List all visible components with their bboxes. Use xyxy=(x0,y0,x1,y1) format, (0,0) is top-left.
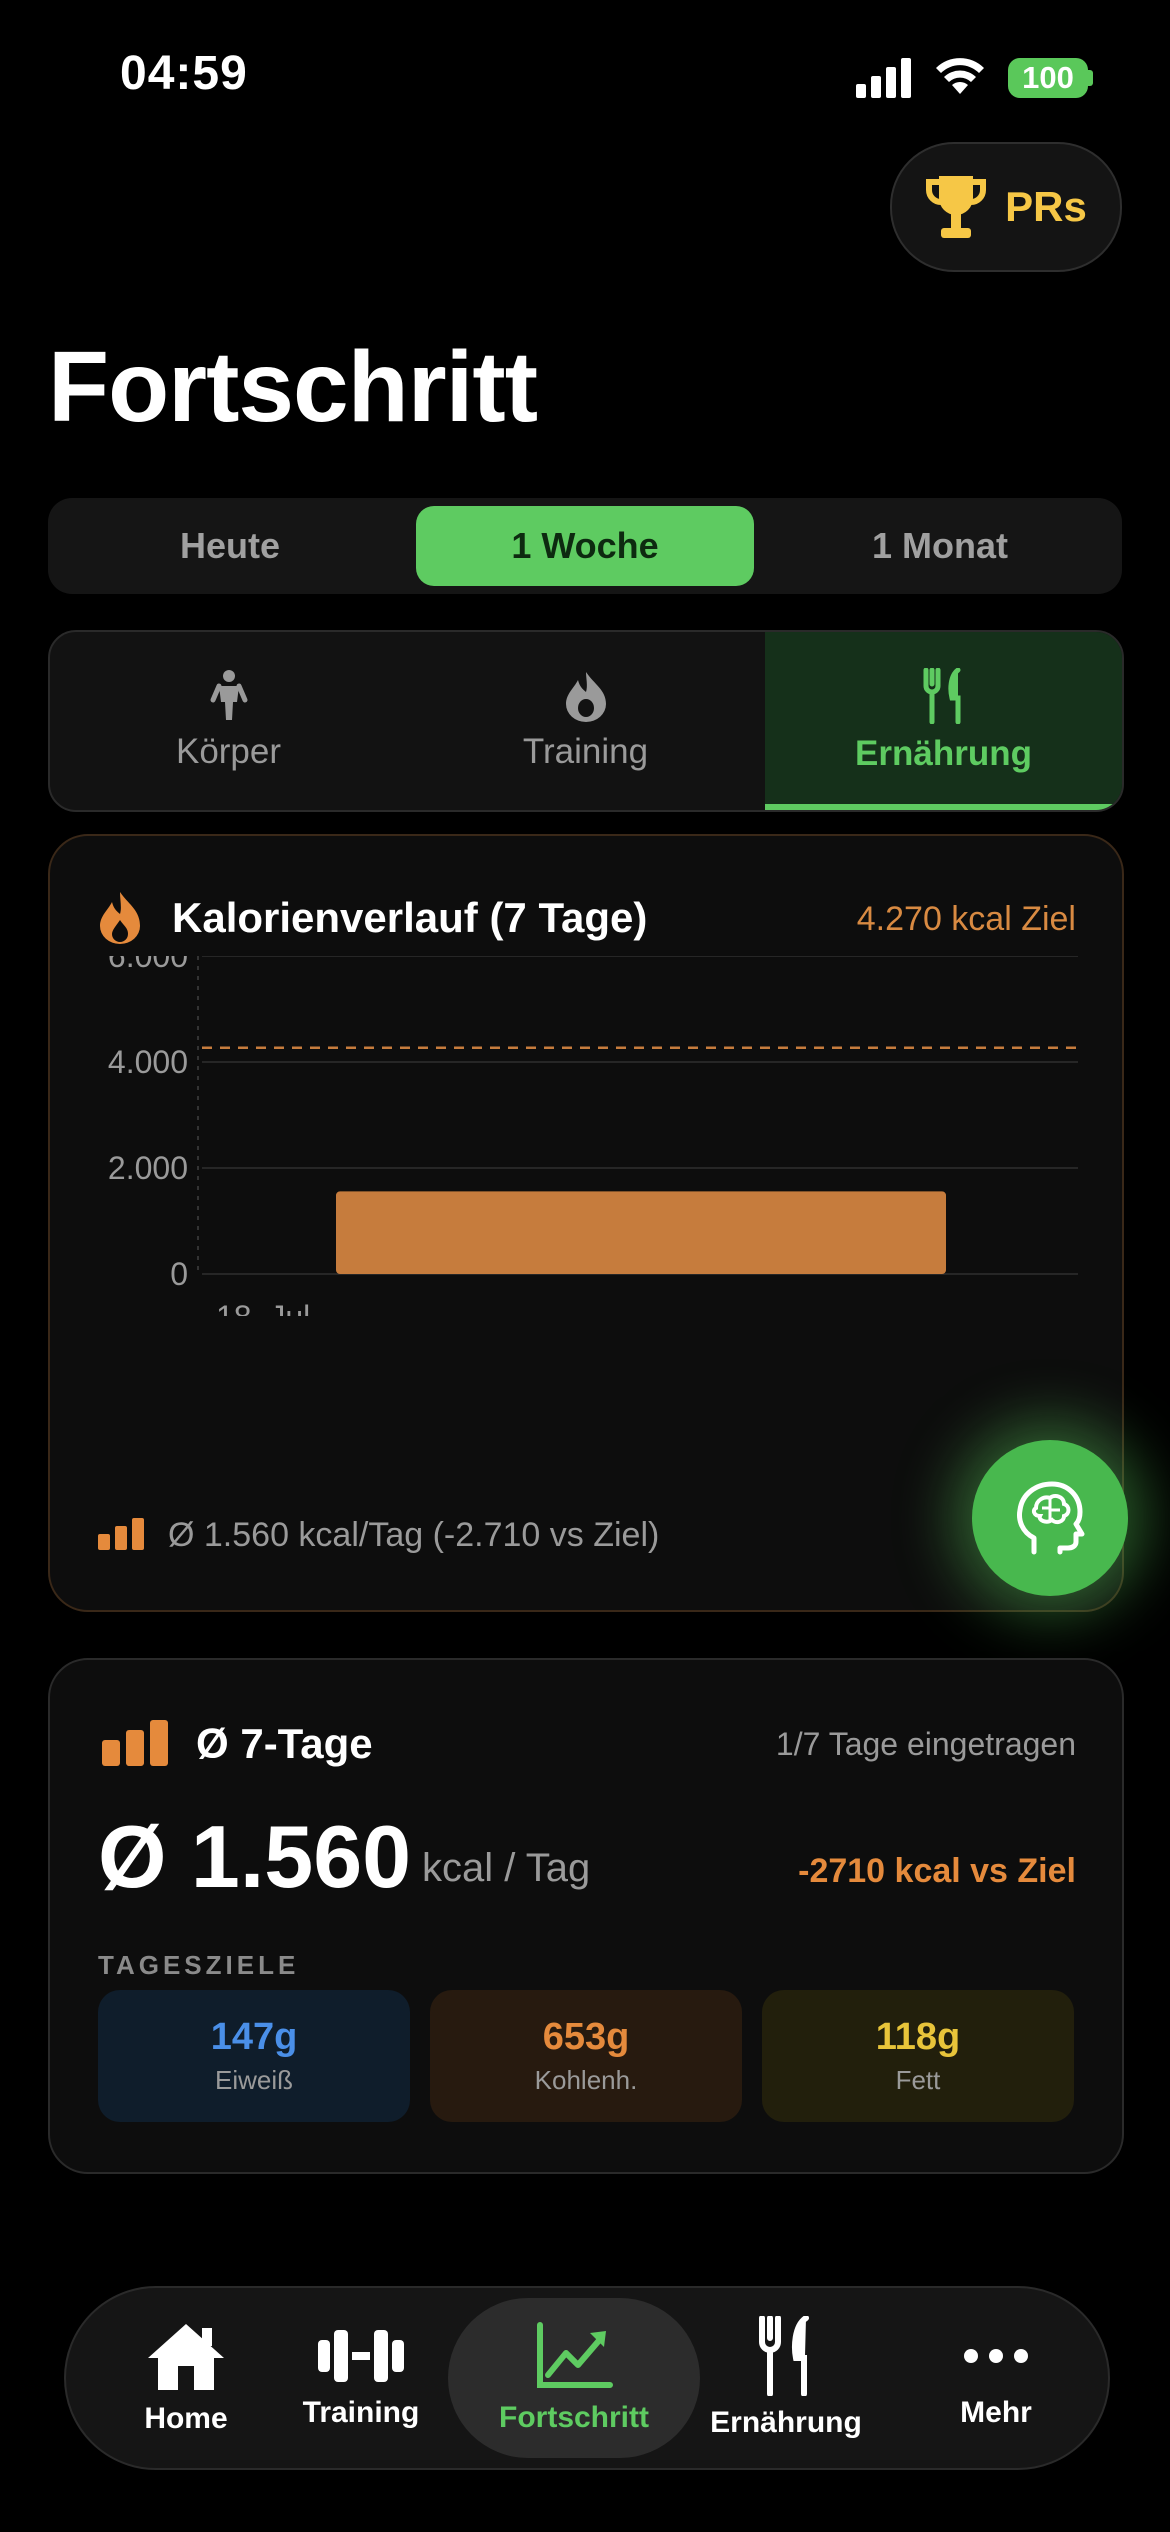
nav-label: Training xyxy=(302,2396,420,2429)
nav-label: Ernährung xyxy=(710,2406,862,2439)
more-icon xyxy=(964,2349,1028,2363)
y-tick-label: 4.000 xyxy=(108,1044,188,1080)
ai-coach-button[interactable] xyxy=(972,1440,1128,1596)
dumbbell-icon xyxy=(318,2330,404,2382)
entries-count: 1/7 Tage eingetragen xyxy=(775,1726,1076,1762)
tab-label: Training xyxy=(522,732,649,771)
nav-label: Home xyxy=(144,2402,228,2435)
macro-value: 118g xyxy=(875,2016,961,2058)
prs-label: PRs xyxy=(1005,183,1087,230)
period-today[interactable]: Heute xyxy=(56,506,404,586)
battery-indicator: 100 xyxy=(1008,58,1088,98)
nav-ernaehrung[interactable]: Ernährung xyxy=(706,2288,866,2468)
period-month[interactable]: 1 Monat xyxy=(766,506,1114,586)
fork-knife-icon xyxy=(923,668,960,724)
chart-title: Kalorienverlauf (7 Tage) xyxy=(172,894,648,941)
fork-knife-icon xyxy=(759,2316,809,2396)
tab-training[interactable]: Training xyxy=(407,632,764,810)
macro-value: 147g xyxy=(210,2016,298,2058)
macro-carbs: 653g Kohlenh. xyxy=(430,1990,742,2122)
bar-chart-icon xyxy=(102,1720,168,1766)
average-line: Ø 1.560 kcal/Tag (-2.710 vs Ziel) xyxy=(168,1516,660,1554)
weekly-average-card: Ø 7-Tage 1/7 Tage eingetragen Ø 1.560 kc… xyxy=(48,1658,1124,2174)
bar-chart-icon xyxy=(98,1518,144,1550)
tab-ernaehrung[interactable]: Ernährung xyxy=(765,632,1122,810)
macro-value: 653g xyxy=(542,2016,630,2058)
calorie-bar xyxy=(336,1191,946,1274)
period-week[interactable]: 1 Woche xyxy=(416,506,754,586)
flame-icon xyxy=(100,892,140,944)
page-title: Fortschritt xyxy=(48,331,538,443)
average-value: Ø 1.560 xyxy=(98,1807,412,1906)
battery-tip xyxy=(1088,70,1093,86)
nav-home[interactable]: Home xyxy=(116,2288,256,2468)
macro-name: Eiweiß xyxy=(214,2065,293,2095)
nav-label: Mehr xyxy=(960,2396,1032,2429)
calorie-chart: 6.000 4.000 2.000 0 18. Jul xyxy=(108,956,1078,1316)
flame-icon xyxy=(565,672,606,722)
chart-icon xyxy=(537,2322,613,2388)
brain-head-icon xyxy=(1017,1481,1085,1555)
bottom-nav: Home Training Fortschritt Ernährung Mehr xyxy=(64,2286,1110,2470)
nav-training[interactable]: Training xyxy=(286,2288,436,2468)
category-tabs: Körper Training Ernährung xyxy=(48,630,1124,812)
x-tick-label: 18. Jul xyxy=(216,1299,310,1316)
macro-fat: 118g Fett xyxy=(762,1990,1074,2122)
daily-goals-label: TAGESZIELE xyxy=(98,1950,300,1980)
vs-goal: -2710 kcal vs Ziel xyxy=(798,1852,1076,1890)
nav-label: Fortschritt xyxy=(499,2401,649,2434)
prs-button[interactable]: PRs xyxy=(890,142,1122,272)
wifi-icon xyxy=(936,58,984,94)
stats-title: Ø 7-Tage xyxy=(196,1720,373,1767)
macro-protein: 147g Eiweiß xyxy=(98,1990,410,2122)
calorie-chart-card: Kalorienverlauf (7 Tage) 4.270 kcal Ziel… xyxy=(48,834,1124,1612)
nav-fortschritt[interactable]: Fortschritt xyxy=(448,2288,700,2468)
average-unit: kcal / Tag xyxy=(422,1846,591,1890)
macro-goals: 147g Eiweiß 653g Kohlenh. 118g Fett xyxy=(98,1990,1074,2122)
period-selector: Heute 1 Woche 1 Monat xyxy=(48,498,1122,594)
tab-koerper[interactable]: Körper xyxy=(50,632,407,810)
person-icon xyxy=(210,670,247,720)
goal-text: 4.270 kcal Ziel xyxy=(856,900,1076,938)
nav-mehr[interactable]: Mehr xyxy=(936,2288,1056,2468)
y-tick-label: 0 xyxy=(170,1256,188,1292)
home-icon xyxy=(148,2324,224,2390)
y-tick-label: 6.000 xyxy=(108,956,188,974)
signal-icon xyxy=(856,58,911,98)
tab-label: Ernährung xyxy=(855,734,1032,773)
active-tab-indicator xyxy=(765,804,1122,810)
macro-name: Fett xyxy=(895,2065,941,2095)
macro-name: Kohlenh. xyxy=(534,2065,638,2095)
tab-label: Körper xyxy=(175,732,282,771)
y-tick-label: 2.000 xyxy=(108,1150,188,1186)
trophy-icon xyxy=(926,176,987,238)
status-time: 04:59 xyxy=(120,47,248,100)
